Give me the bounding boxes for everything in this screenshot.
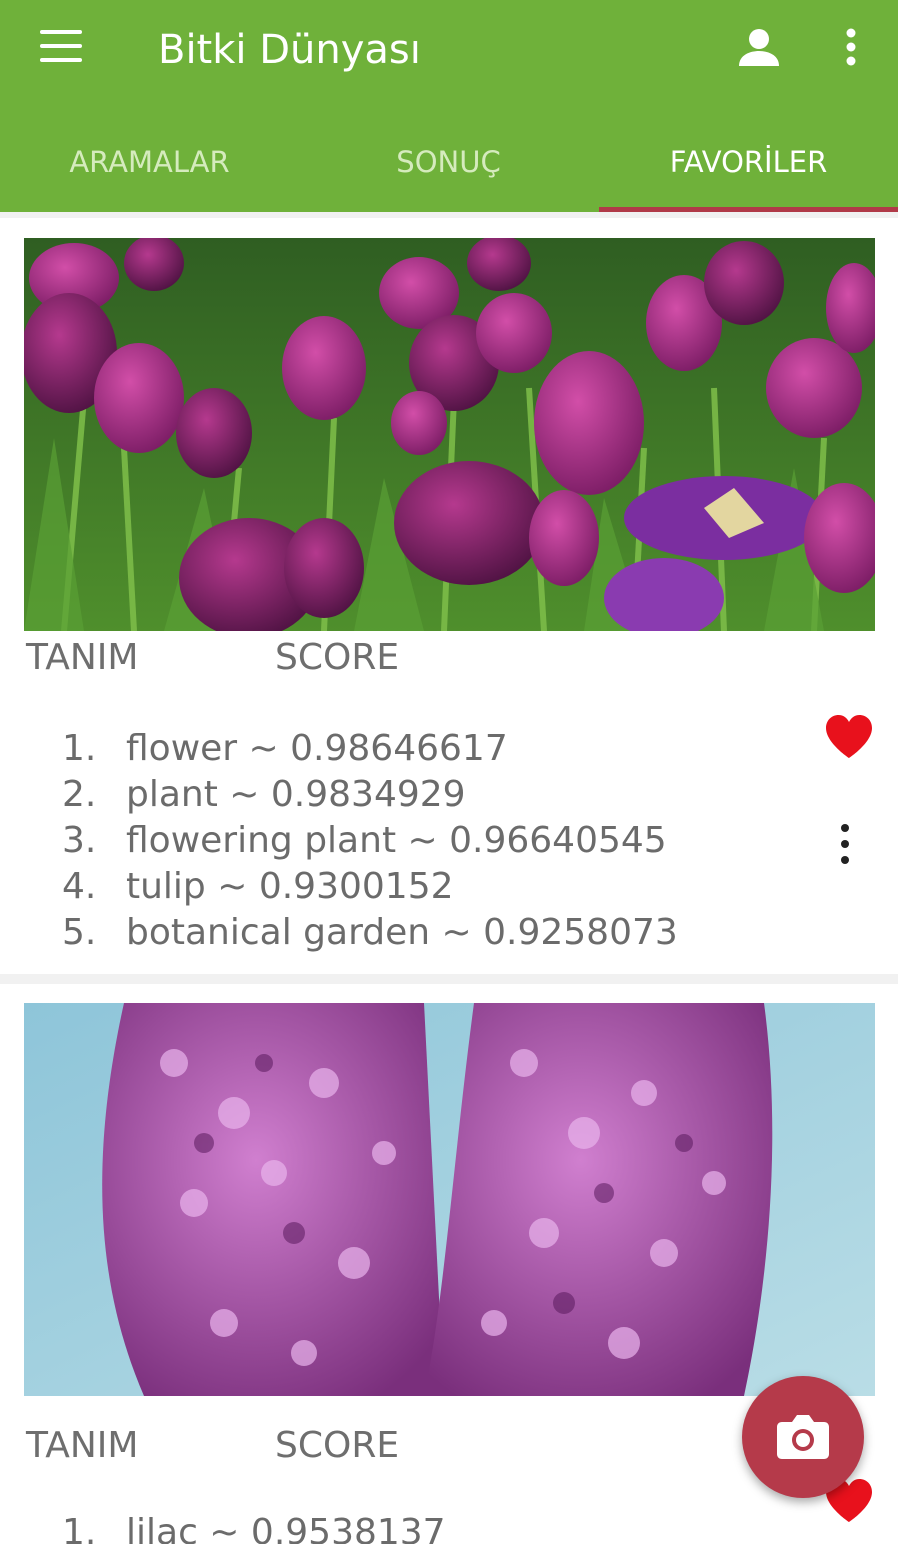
list-item: 2. plant ~ 0.9834929	[62, 772, 678, 818]
tab-indicator	[599, 207, 898, 212]
item-number: 1.	[62, 728, 97, 769]
tulip-image	[24, 238, 875, 631]
plant-photo[interactable]	[24, 1003, 875, 1396]
result-text: flower ~ 0.98646617	[126, 728, 508, 769]
app-bar: Bitki Dünyası ARAMALAR SONUÇ FAVORİLER	[0, 0, 898, 212]
tanim-header: TANIM	[26, 1425, 139, 1466]
favorite-card: TANIM SCORE 1. flower ~ 0.98646617 2. plan…	[0, 218, 898, 974]
result-list-container: 1. lilac ~ 0.9538137	[0, 1510, 780, 1544]
item-number: 1.	[62, 1512, 97, 1544]
more-vert-icon	[846, 28, 856, 66]
lilac-image	[24, 1003, 875, 1396]
result-list-container: 1. flower ~ 0.98646617 2. plant ~ 0.983492…	[0, 726, 780, 966]
hamburger-menu-icon	[40, 58, 82, 62]
tanim-header: TANIM	[26, 637, 139, 678]
hamburger-menu-icon	[40, 44, 82, 48]
tab-favoriler[interactable]: FAVORİLER	[599, 140, 898, 184]
result-text: plant ~ 0.9834929	[126, 774, 466, 815]
heart-icon	[826, 715, 872, 758]
favorite-button[interactable]	[824, 714, 874, 760]
result-text: lilac ~ 0.9538137	[126, 1512, 446, 1544]
result-list: 1. lilac ~ 0.9538137	[62, 1510, 446, 1544]
list-item: 5. botanical garden ~ 0.9258073	[62, 910, 678, 956]
item-number: 5.	[62, 912, 97, 953]
app-title: Bitki Dünyası	[158, 27, 421, 73]
hamburger-menu-icon	[40, 30, 82, 34]
more-vert-icon	[841, 824, 849, 864]
item-number: 2.	[62, 774, 97, 815]
account-button[interactable]	[736, 26, 782, 72]
person-icon	[739, 29, 779, 66]
tab-aramalar[interactable]: ARAMALAR	[0, 140, 299, 184]
item-more-button[interactable]	[833, 822, 857, 866]
list-item: 1. lilac ~ 0.9538137	[62, 1510, 446, 1544]
list-item: 4. tulip ~ 0.9300152	[62, 864, 678, 910]
plant-photo[interactable]	[24, 238, 875, 631]
result-list: 1. flower ~ 0.98646617 2. plant ~ 0.983492…	[62, 726, 678, 956]
item-number: 3.	[62, 820, 97, 861]
item-number: 4.	[62, 866, 97, 907]
camera-button[interactable]	[742, 1376, 864, 1498]
list-item: 1. flower ~ 0.98646617	[62, 726, 678, 772]
result-text: tulip ~ 0.9300152	[126, 866, 454, 907]
menu-button[interactable]	[40, 30, 82, 64]
score-header: SCORE	[275, 637, 400, 678]
result-text: botanical garden ~ 0.9258073	[126, 912, 678, 953]
list-item: 3. flowering plant ~ 0.96640545	[62, 818, 678, 864]
camera-icon	[777, 1415, 829, 1459]
result-text: flowering plant ~ 0.96640545	[126, 820, 667, 861]
score-header: SCORE	[275, 1425, 400, 1466]
tab-sonuc[interactable]: SONUÇ	[299, 140, 598, 184]
overflow-menu-button[interactable]	[834, 26, 868, 72]
